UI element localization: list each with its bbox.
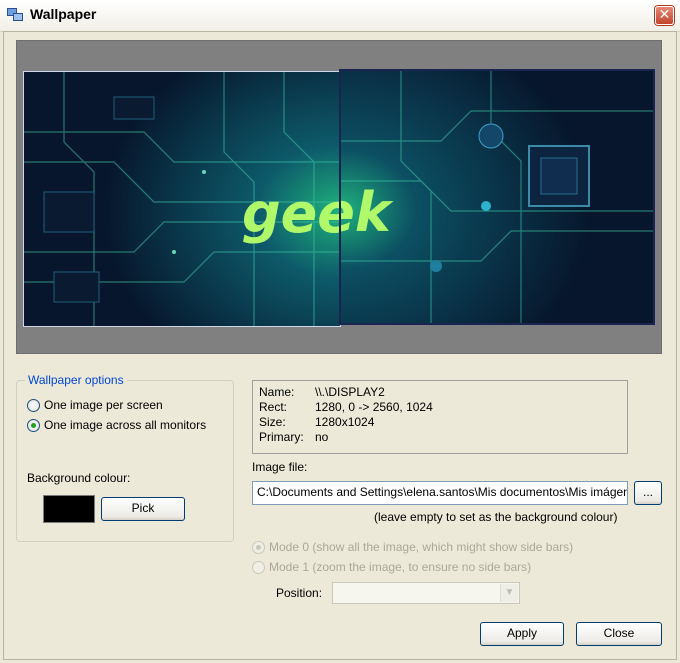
wallpaper-image-left: geek: [24, 72, 340, 326]
wallpaper-text-right: geek: [341, 181, 394, 244]
radio-mode-0[interactable]: [252, 540, 265, 554]
image-file-hint: (leave empty to set as the background co…: [374, 510, 618, 524]
option-one-image-across-monitors[interactable]: One image across all monitors: [27, 418, 206, 432]
position-select[interactable]: ▼: [332, 582, 520, 604]
primary-value: no: [315, 430, 329, 444]
mode-1-option[interactable]: Mode 1 (zoom the image, to ensure no sid…: [252, 560, 531, 574]
rect-value: 1280, 0 -> 2560, 1024: [315, 400, 433, 414]
background-colour-label: Background colour:: [27, 471, 131, 485]
display-settings-icon: [7, 8, 23, 21]
radio-one-image-per-screen[interactable]: [27, 398, 40, 412]
close-icon: ✕: [658, 6, 671, 22]
screen-preview-1[interactable]: geek: [23, 71, 341, 327]
display-info-box: Name: \\.\DISPLAY2 Rect: 1280, 0 -> 2560…: [252, 380, 628, 454]
image-file-input[interactable]: C:\Documents and Settings\elena.santos\M…: [252, 481, 628, 505]
size-value: 1280x1024: [315, 415, 375, 429]
mode-0-label: Mode 0 (show all the image, which might …: [269, 540, 574, 554]
title-bar[interactable]: Wallpaper ✕: [0, 0, 680, 32]
size-key: Size:: [259, 415, 286, 429]
option-one-image-per-screen[interactable]: One image per screen: [27, 398, 163, 412]
primary-key: Primary:: [259, 430, 304, 444]
mode-0-option[interactable]: Mode 0 (show all the image, which might …: [252, 540, 573, 554]
screen-preview-2-selected[interactable]: geek: [339, 69, 655, 325]
radio-mode-1[interactable]: [252, 560, 265, 574]
image-file-label: Image file:: [252, 460, 308, 474]
browse-button[interactable]: ...: [634, 481, 662, 505]
name-value: \\.\DISPLAY2: [315, 385, 385, 399]
wallpaper-options-group: Wallpaper options One image per screen O…: [16, 373, 234, 542]
wallpaper-text-left: geek: [242, 182, 340, 245]
background-colour-swatch: [43, 495, 95, 523]
close-window-button[interactable]: ✕: [655, 6, 674, 25]
mode-1-label: Mode 1 (zoom the image, to ensure no sid…: [269, 560, 532, 574]
rect-key: Rect:: [259, 400, 288, 414]
close-button[interactable]: Close: [576, 622, 662, 646]
pick-colour-button[interactable]: Pick: [101, 497, 185, 521]
window-title: Wallpaper: [30, 6, 97, 22]
name-key: Name:: [259, 385, 295, 399]
position-label: Position:: [276, 586, 323, 600]
chevron-down-icon[interactable]: ▼: [500, 584, 518, 602]
apply-button[interactable]: Apply: [480, 622, 564, 646]
option-label: One image across all monitors: [44, 418, 207, 432]
radio-one-image-across-monitors[interactable]: [27, 418, 40, 432]
wallpaper-options-legend: Wallpaper options: [25, 373, 127, 387]
option-label: One image per screen: [44, 398, 163, 412]
wallpaper-image-right: geek: [341, 71, 653, 323]
monitor-preview: geek geek: [16, 40, 662, 354]
